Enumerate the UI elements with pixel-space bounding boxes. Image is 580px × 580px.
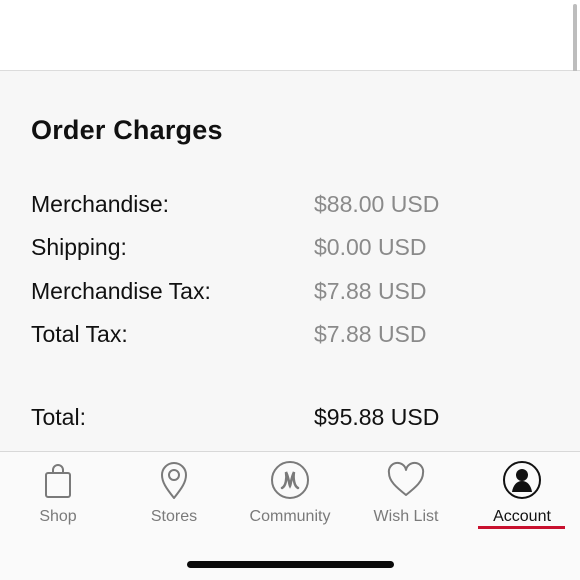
charge-value: $7.88 USD xyxy=(314,321,427,347)
account-icon xyxy=(503,461,541,499)
tab-shop[interactable]: Shop xyxy=(0,452,116,532)
charge-row-shipping: Shipping: $0.00 USD xyxy=(31,234,551,264)
charge-row-total-tax: Total Tax: $7.88 USD xyxy=(31,321,551,351)
order-charges-title: Order Charges xyxy=(31,115,223,145)
tab-label: Community xyxy=(249,508,331,525)
active-tab-indicator xyxy=(478,526,565,529)
charge-row-merchandise-tax: Merchandise Tax: $7.88 USD xyxy=(31,278,551,308)
tab-label: Wish List xyxy=(373,508,439,525)
charge-label: Merchandise Tax: xyxy=(31,278,211,304)
charge-value: $88.00 USD xyxy=(314,191,440,217)
lululemon-logo-icon xyxy=(271,461,309,499)
tab-account[interactable]: Account xyxy=(464,452,580,532)
total-label: Total: xyxy=(31,404,86,430)
charge-value: $7.88 USD xyxy=(314,278,427,304)
heart-icon xyxy=(387,461,425,496)
total-value: $95.88 USD xyxy=(314,404,440,430)
charge-label: Merchandise: xyxy=(31,191,170,217)
order-charges-section: Order Charges Merchandise: $88.00 USD Sh… xyxy=(0,71,580,451)
tab-wish-list[interactable]: Wish List xyxy=(348,452,464,532)
tab-label: Shop xyxy=(39,508,77,525)
order-details-screen: Order Charges Merchandise: $88.00 USD Sh… xyxy=(0,0,580,580)
shopping-bag-icon xyxy=(45,464,71,498)
tab-label: Account xyxy=(493,508,551,525)
charge-row-total: Total: $95.88 USD xyxy=(31,404,551,434)
map-pin-icon xyxy=(161,462,187,499)
top-area xyxy=(0,0,580,71)
charge-label: Shipping: xyxy=(31,234,127,260)
charge-row-merchandise: Merchandise: $88.00 USD xyxy=(31,191,551,221)
tab-stores[interactable]: Stores xyxy=(116,452,232,532)
home-indicator[interactable] xyxy=(187,561,394,568)
tab-label: Stores xyxy=(150,508,198,525)
charge-label: Total Tax: xyxy=(31,321,128,347)
tab-community[interactable]: Community xyxy=(232,452,348,532)
bottom-tab-bar: Shop Stores Community Wish List Account xyxy=(0,451,580,580)
charge-value: $0.00 USD xyxy=(314,234,427,260)
